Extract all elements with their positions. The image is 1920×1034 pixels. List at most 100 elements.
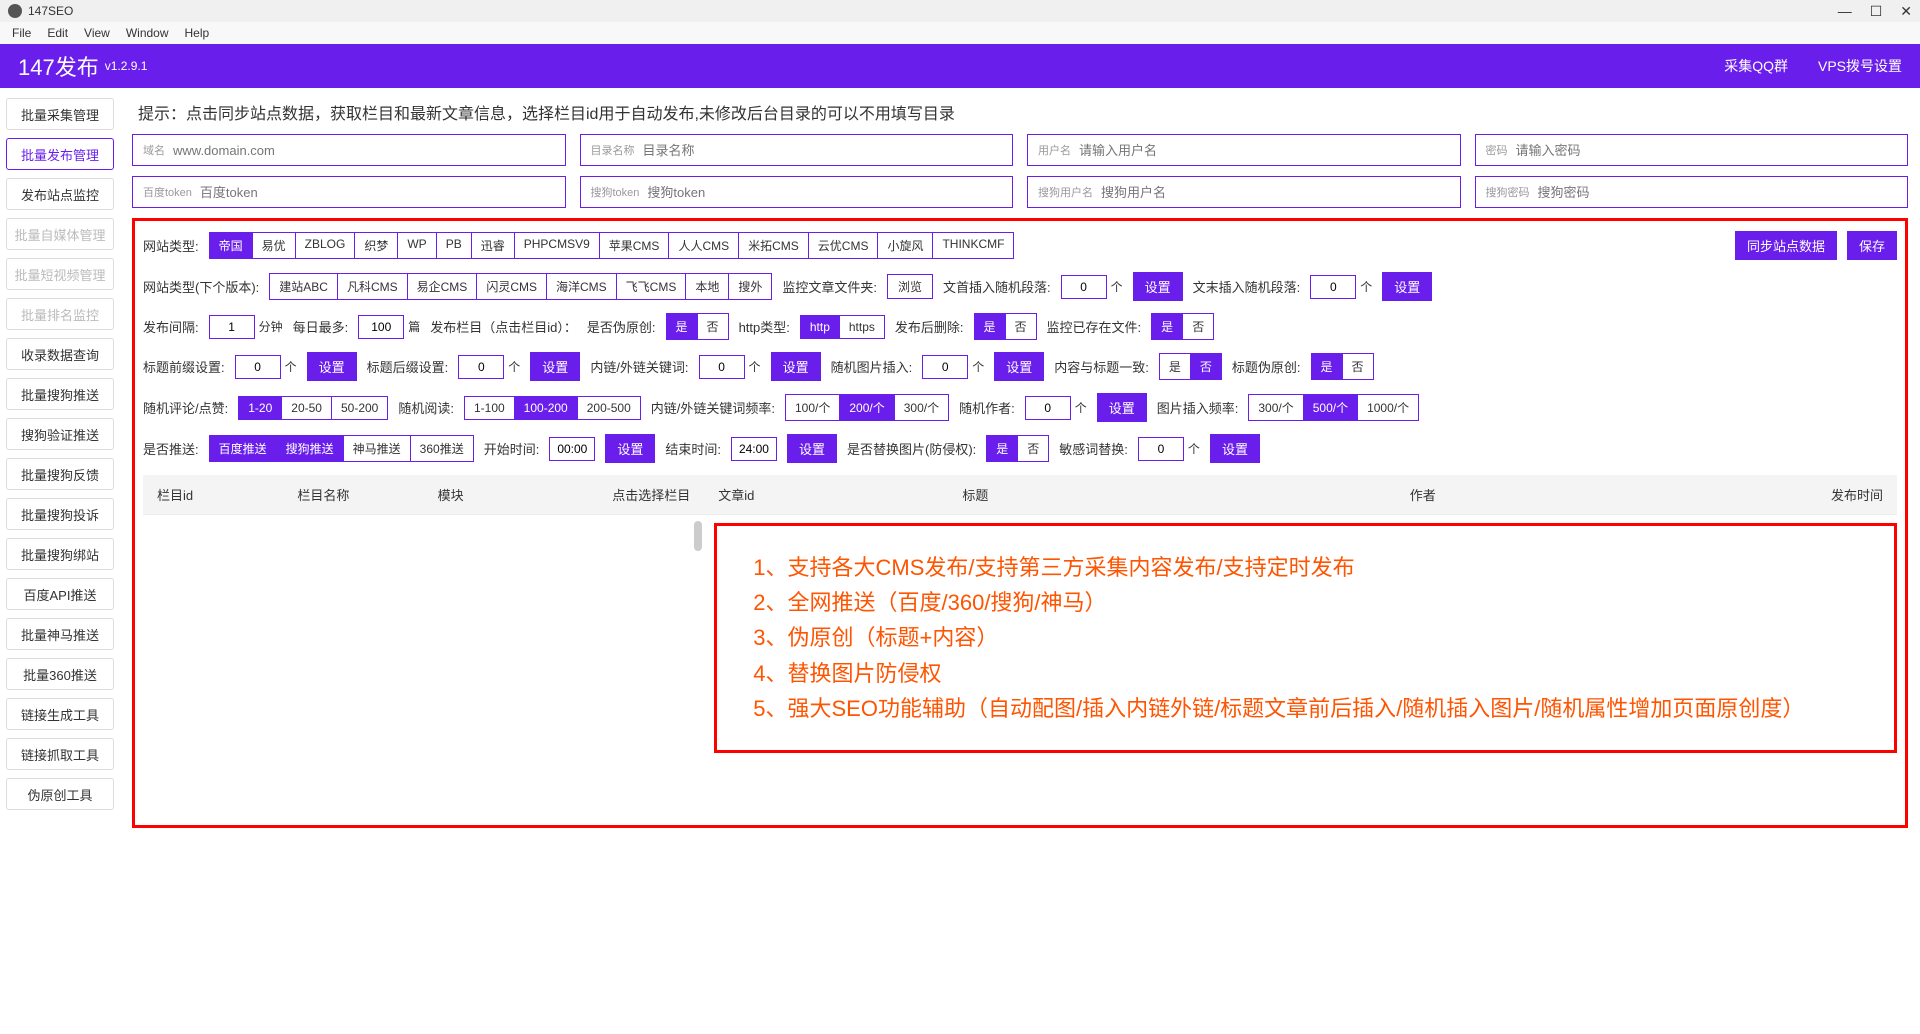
sidebar-item-3[interactable]: 批量自媒体管理 xyxy=(6,218,114,250)
maximize-icon[interactable]: ☐ xyxy=(1870,3,1883,20)
push-tag-2[interactable]: 神马推送 xyxy=(344,436,411,461)
sidebar-item-11[interactable]: 批量搜狗绑站 xyxy=(6,538,114,570)
set-inlink-button[interactable]: 设置 xyxy=(771,352,821,381)
input-sensitive[interactable] xyxy=(1138,437,1184,461)
save-button[interactable]: 保存 xyxy=(1847,231,1897,260)
sidebar-item-15[interactable]: 链接生成工具 xyxy=(6,698,114,730)
sidebar-item-9[interactable]: 批量搜狗反馈 xyxy=(6,458,114,490)
cmt-tag-2[interactable]: 50-200 xyxy=(332,397,387,419)
pseudo-yes[interactable]: 是 xyxy=(667,314,698,339)
cmsnext-tag-5[interactable]: 飞飞CMS xyxy=(617,274,687,299)
cmsnext-tag-3[interactable]: 闪灵CMS xyxy=(477,274,547,299)
cms-tag-3[interactable]: 织梦 xyxy=(355,233,398,258)
set-pre-button[interactable]: 设置 xyxy=(307,352,357,381)
set-start-button[interactable]: 设置 xyxy=(605,434,655,463)
input-suser[interactable] xyxy=(1101,185,1450,200)
tpseudo-yes[interactable]: 是 xyxy=(1312,354,1343,379)
imgf-tag-0[interactable]: 300/个 xyxy=(1249,395,1303,420)
push-tag-1[interactable]: 搜狗推送 xyxy=(277,436,344,461)
cmsnext-tag-1[interactable]: 凡科CMS xyxy=(338,274,408,299)
cms-tag-9[interactable]: 人人CMS xyxy=(669,233,739,258)
input-randimg[interactable] xyxy=(922,355,968,379)
del-yes[interactable]: 是 xyxy=(975,314,1006,339)
cms-tag-8[interactable]: 苹果CMS xyxy=(600,233,670,258)
cms-tag-5[interactable]: PB xyxy=(437,233,472,258)
set-author-button[interactable]: 设置 xyxy=(1097,393,1147,422)
sidebar-item-12[interactable]: 百度API推送 xyxy=(6,578,114,610)
sidebar-item-16[interactable]: 链接抓取工具 xyxy=(6,738,114,770)
cmt-tag-0[interactable]: 1-20 xyxy=(239,397,282,419)
close-icon[interactable]: ✕ xyxy=(1900,3,1912,20)
cms-tag-12[interactable]: 小旋风 xyxy=(878,233,933,258)
cmsnext-tag-2[interactable]: 易企CMS xyxy=(408,274,478,299)
cmt-tag-1[interactable]: 20-50 xyxy=(282,397,332,419)
input-suf[interactable] xyxy=(458,355,504,379)
sidebar-item-7[interactable]: 批量搜狗推送 xyxy=(6,378,114,410)
input-insert-tail[interactable] xyxy=(1310,275,1356,299)
push-tag-3[interactable]: 360推送 xyxy=(411,436,473,461)
same-yes[interactable]: 是 xyxy=(1160,354,1191,379)
menu-window[interactable]: Window xyxy=(118,24,177,42)
input-domain[interactable] xyxy=(173,143,555,158)
sidebar-item-10[interactable]: 批量搜狗投诉 xyxy=(6,498,114,530)
sidebar-item-8[interactable]: 搜狗验证推送 xyxy=(6,418,114,450)
cms-tag-2[interactable]: ZBLOG xyxy=(296,233,356,258)
input-interval[interactable] xyxy=(209,315,255,339)
cmsnext-tag-7[interactable]: 搜外 xyxy=(729,274,771,299)
sidebar-item-5[interactable]: 批量排名监控 xyxy=(6,298,114,330)
browse-button[interactable]: 浏览 xyxy=(887,274,933,299)
sidebar-item-2[interactable]: 发布站点监控 xyxy=(6,178,114,210)
input-pre[interactable] xyxy=(235,355,281,379)
sidebar-item-0[interactable]: 批量采集管理 xyxy=(6,98,114,130)
linkf-tag-2[interactable]: 300/个 xyxy=(895,395,948,420)
set-head-button[interactable]: 设置 xyxy=(1133,272,1183,301)
minimize-icon[interactable]: — xyxy=(1838,3,1852,20)
input-author[interactable] xyxy=(1025,396,1071,420)
input-start[interactable] xyxy=(549,437,595,461)
read-tag-1[interactable]: 100-200 xyxy=(515,397,578,419)
rimg-no[interactable]: 否 xyxy=(1018,436,1048,461)
tpseudo-no[interactable]: 否 xyxy=(1343,354,1373,379)
input-inlink[interactable] xyxy=(699,355,745,379)
sync-button[interactable]: 同步站点数据 xyxy=(1735,231,1837,260)
menu-edit[interactable]: Edit xyxy=(39,24,76,42)
http-tag-1[interactable]: https xyxy=(840,316,884,338)
sidebar-item-4[interactable]: 批量短视频管理 xyxy=(6,258,114,290)
sidebar-item-17[interactable]: 伪原创工具 xyxy=(6,778,114,810)
input-dir[interactable] xyxy=(643,143,1003,158)
cmsnext-tag-4[interactable]: 海洋CMS xyxy=(547,274,617,299)
input-insert-head[interactable] xyxy=(1061,275,1107,299)
sidebar-item-14[interactable]: 批量360推送 xyxy=(6,658,114,690)
menu-help[interactable]: Help xyxy=(177,24,218,42)
linkf-tag-1[interactable]: 200/个 xyxy=(840,395,894,420)
cms-tag-4[interactable]: WP xyxy=(398,233,436,258)
same-no[interactable]: 否 xyxy=(1191,354,1221,379)
cms-tag-7[interactable]: PHPCMSV9 xyxy=(515,233,600,258)
input-spass[interactable] xyxy=(1538,185,1898,200)
imgf-tag-2[interactable]: 1000/个 xyxy=(1358,395,1418,420)
sidebar-item-13[interactable]: 批量神马推送 xyxy=(6,618,114,650)
cms-tag-11[interactable]: 云优CMS xyxy=(809,233,879,258)
set-tail-button[interactable]: 设置 xyxy=(1382,272,1432,301)
cmsnext-tag-0[interactable]: 建站ABC xyxy=(270,274,338,299)
cmsnext-tag-6[interactable]: 本地 xyxy=(686,274,729,299)
menu-view[interactable]: View xyxy=(76,24,118,42)
mon-yes[interactable]: 是 xyxy=(1152,314,1183,339)
mon-no[interactable]: 否 xyxy=(1183,314,1213,339)
read-tag-0[interactable]: 1-100 xyxy=(465,397,515,419)
set-randimg-button[interactable]: 设置 xyxy=(994,352,1044,381)
menu-file[interactable]: File xyxy=(4,24,39,42)
input-user[interactable] xyxy=(1079,143,1450,158)
input-pass[interactable] xyxy=(1516,143,1898,158)
http-tag-0[interactable]: http xyxy=(801,316,840,338)
input-end[interactable] xyxy=(731,437,777,461)
linkf-tag-0[interactable]: 100/个 xyxy=(786,395,840,420)
set-sensitive-button[interactable]: 设置 xyxy=(1210,434,1260,463)
set-end-button[interactable]: 设置 xyxy=(787,434,837,463)
link-vps[interactable]: VPS拨号设置 xyxy=(1818,56,1902,76)
pseudo-no[interactable]: 否 xyxy=(698,314,728,339)
input-btoken[interactable] xyxy=(200,185,555,200)
input-daily[interactable] xyxy=(358,315,404,339)
cms-tag-10[interactable]: 米拓CMS xyxy=(739,233,809,258)
cms-tag-0[interactable]: 帝国 xyxy=(210,233,253,258)
